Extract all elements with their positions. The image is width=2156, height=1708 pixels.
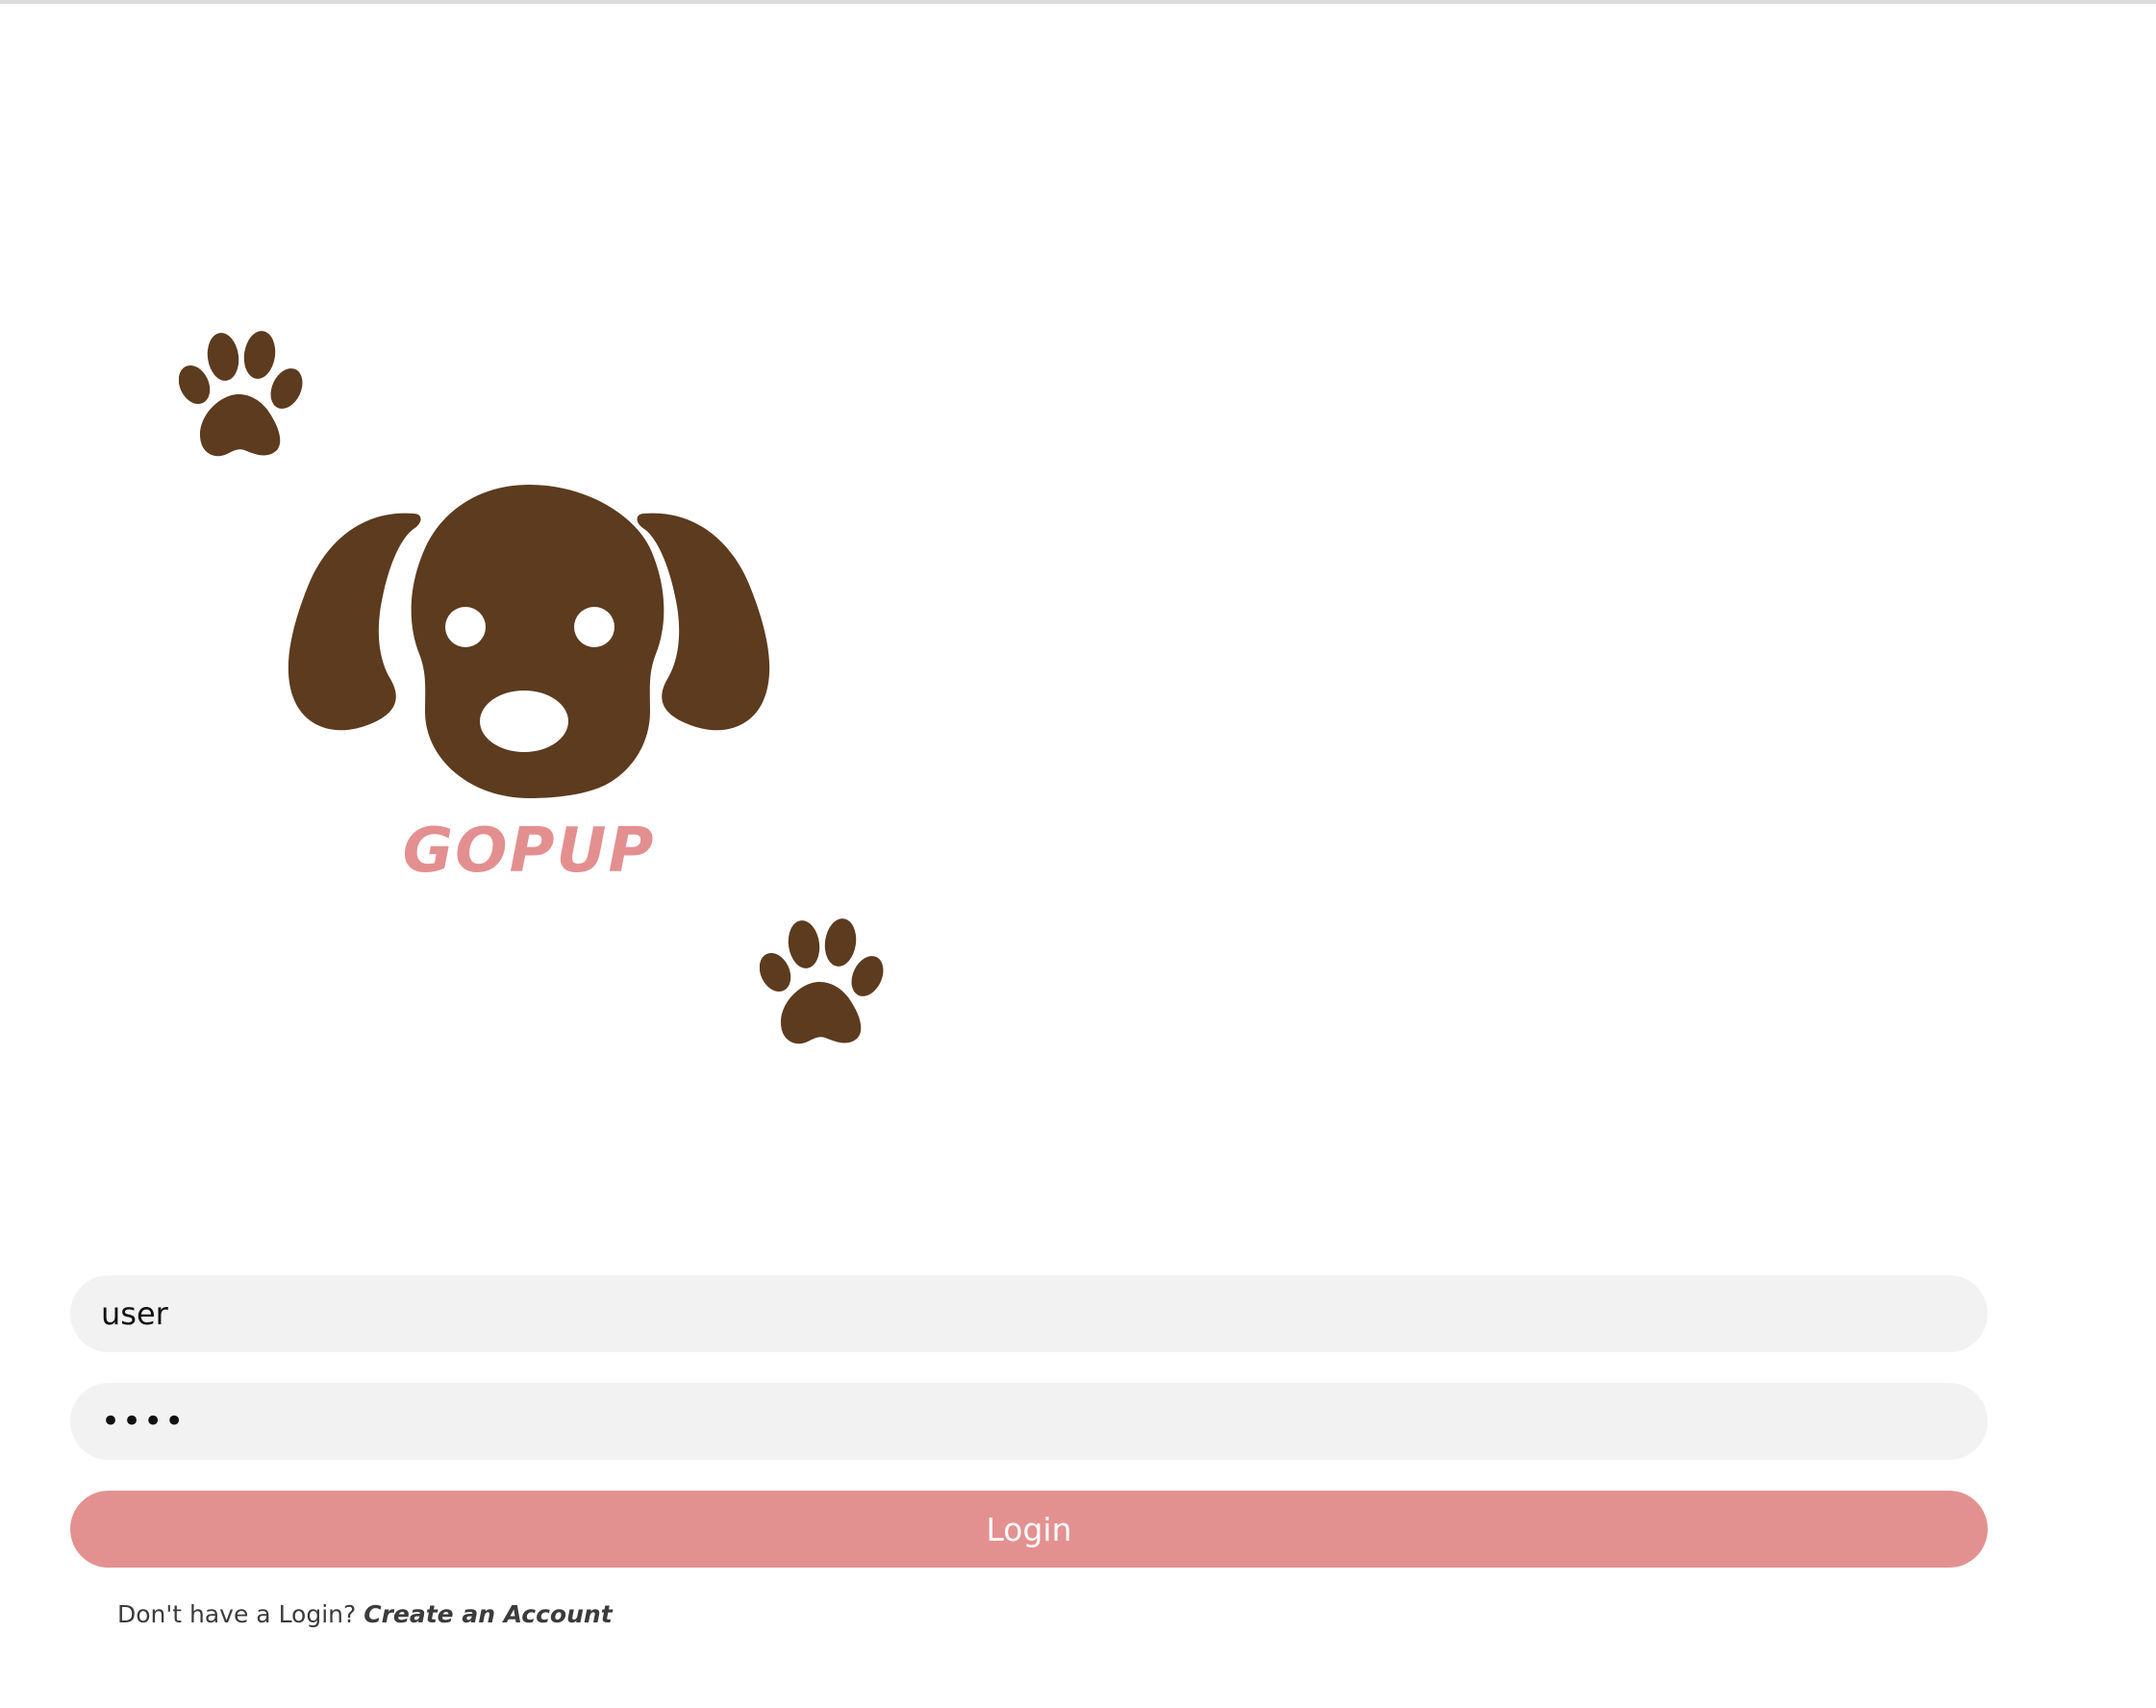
signup-prompt-text: Don't have a Login? xyxy=(117,1600,357,1628)
login-button[interactable]: Login xyxy=(70,1491,1988,1568)
dog-head-logo xyxy=(288,485,770,798)
username-input[interactable] xyxy=(70,1275,1988,1352)
paw-print-icon xyxy=(179,331,303,457)
password-input[interactable] xyxy=(70,1383,1988,1460)
paw-print-icon xyxy=(760,918,884,1044)
top-border xyxy=(0,0,2156,4)
signup-prompt-line: Don't have a Login? Create an Account xyxy=(117,1600,613,1628)
create-account-link[interactable]: Create an Account xyxy=(364,1600,612,1628)
brand-name: GOPUP xyxy=(402,816,656,887)
